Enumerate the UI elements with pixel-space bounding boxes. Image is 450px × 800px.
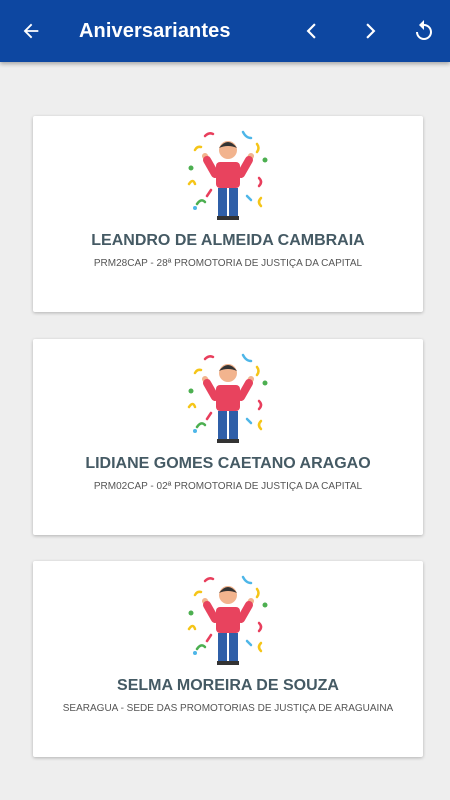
app-bar: Aniversariantes xyxy=(0,0,450,62)
birthday-card[interactable]: SELMA MOREIRA DE SOUZA SEARAGUA - SEDE D… xyxy=(33,561,423,757)
person-organization: PRM02CAP - 02ª PROMOTORIA DE JUSTIÇA DA … xyxy=(93,481,363,492)
person-name: SELMA MOREIRA DE SOUZA xyxy=(117,677,339,694)
person-organization: SEARAGUA - SEDE DAS PROMOTORIAS DE JUSTI… xyxy=(62,703,394,714)
refresh-icon[interactable] xyxy=(400,0,448,62)
celebrating-person-icon xyxy=(183,128,273,228)
chevron-left-icon[interactable] xyxy=(288,0,336,62)
celebrating-person-icon xyxy=(183,351,273,451)
chevron-right-icon[interactable] xyxy=(346,0,394,62)
birthday-card[interactable]: LIDIANE GOMES CAETANO ARAGAO PRM02CAP - … xyxy=(33,339,423,535)
celebrating-person-icon xyxy=(183,573,273,673)
birthday-card[interactable]: LEANDRO DE ALMEIDA CAMBRAIA PRM28CAP - 2… xyxy=(33,116,423,312)
person-organization: PRM28CAP - 28ª PROMOTORIA DE JUSTIÇA DA … xyxy=(93,258,363,269)
page-title: Aniversariantes xyxy=(79,19,231,42)
arrow-left-icon[interactable] xyxy=(7,0,55,62)
person-name: LIDIANE GOMES CAETANO ARAGAO xyxy=(85,455,371,472)
person-name: LEANDRO DE ALMEIDA CAMBRAIA xyxy=(91,232,365,249)
